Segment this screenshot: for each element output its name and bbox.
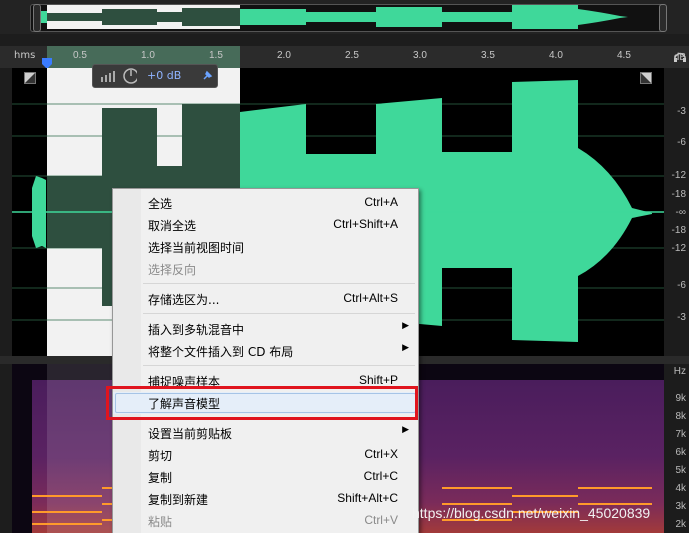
menu-item-label: 剪切 — [148, 449, 173, 463]
ruler-tick: 1.0 — [141, 50, 155, 61]
audio-editor-window: hms 0.5 1.0 1.5 2.0 2.5 3.0 3.5 4.0 4.5 — [0, 0, 689, 533]
overview-bar[interactable] — [0, 0, 689, 34]
hz-label: Hz — [673, 366, 686, 377]
menu-item-shortcut: Ctrl+V — [364, 513, 398, 527]
menu-item-shortcut: Ctrl+X — [364, 447, 398, 461]
menu-item-label: 将整个文件插入到 CD 布局 — [148, 345, 294, 359]
level-meter-icon — [101, 68, 137, 84]
db-label: -18 — [671, 189, 686, 200]
db-label: -6 — [677, 137, 686, 148]
db-label: dB — [673, 52, 686, 63]
menu-item-copy-to-new[interactable]: 复制到新建 Shift+Alt+C — [113, 488, 418, 510]
menu-item-copy[interactable]: 复制 Ctrl+C — [113, 466, 418, 488]
menu-item-label: 取消全选 — [148, 219, 197, 233]
gain-value[interactable]: +0 dB — [147, 69, 181, 82]
channel-corner-icon[interactable] — [24, 72, 36, 84]
menu-item-shortcut: Ctrl+A — [364, 195, 398, 209]
ruler-tick: 2.0 — [277, 50, 291, 61]
ruler-tick: 2.5 — [345, 50, 359, 61]
menu-item-cut[interactable]: 剪切 Ctrl+X — [113, 444, 418, 466]
hz-label: 2k — [675, 519, 686, 530]
gain-hud[interactable]: +0 dB — [92, 64, 218, 88]
ruler-unit-label: hms — [14, 50, 36, 61]
menu-item-shortcut: Shift+Alt+C — [337, 491, 398, 505]
db-label: -3 — [677, 106, 686, 117]
submenu-arrow-icon: ▶ — [402, 425, 409, 435]
hz-label: 6k — [675, 447, 686, 458]
overview-waveform — [36, 5, 628, 29]
menu-item-label: 复制 — [148, 471, 173, 485]
menu-item-label: 复制到新建 — [148, 493, 209, 507]
overview-left-handle[interactable] — [33, 4, 41, 32]
menu-item-invert-selection: 选择反向 — [113, 258, 418, 280]
menu-item-label: 粘贴 — [148, 515, 173, 529]
menu-item-label: 设置当前剪贴板 — [148, 427, 233, 441]
menu-separator — [143, 313, 415, 314]
menu-item-select-view-time[interactable]: 选择当前视图时间 — [113, 236, 418, 258]
submenu-arrow-icon: ▶ — [402, 343, 409, 353]
menu-item-label: 全选 — [148, 197, 173, 211]
menu-item-insert-cd-layout[interactable]: 将整个文件插入到 CD 布局 ▶ — [113, 340, 418, 362]
menu-item-label: 选择当前视图时间 — [148, 241, 245, 255]
menu-item-select-all[interactable]: 全选 Ctrl+A — [113, 192, 418, 214]
menu-separator — [143, 283, 415, 284]
menu-item-shortcut: Ctrl+Shift+A — [333, 217, 398, 231]
db-label: -3 — [677, 312, 686, 323]
ruler-tick: 3.5 — [481, 50, 495, 61]
menu-item-label: 选择反向 — [148, 263, 197, 277]
menu-item-shortcut: Ctrl+Alt+S — [343, 291, 398, 305]
menu-item-paste: 粘贴 Ctrl+V — [113, 510, 418, 532]
db-label: -∞ — [675, 207, 686, 218]
channel-corner-icon[interactable] — [640, 72, 652, 84]
watermark-text: https://blog.csdn.net/weixin_45020839 — [412, 505, 651, 521]
menu-item-shortcut: Shift+P — [358, 373, 398, 387]
db-label: -12 — [671, 170, 686, 181]
db-label: -6 — [677, 280, 686, 291]
menu-item-save-selection[interactable]: 存储选区为... Ctrl+Alt+S — [113, 288, 418, 310]
hz-label: 9k — [675, 393, 686, 404]
pin-icon[interactable] — [201, 70, 213, 82]
menu-separator — [143, 365, 415, 366]
ruler-tick: 1.5 — [209, 50, 223, 61]
menu-item-label: 插入到多轨混音中 — [148, 323, 245, 337]
hz-label: 8k — [675, 411, 686, 422]
menu-item-set-clipboard[interactable]: 设置当前剪贴板 ▶ — [113, 422, 418, 444]
ruler-tick: 4.5 — [617, 50, 631, 61]
menu-item-label: 存储选区为... — [148, 293, 220, 307]
menu-item-insert-multitrack[interactable]: 插入到多轨混音中 ▶ — [113, 318, 418, 340]
ruler-tick: 4.0 — [549, 50, 563, 61]
ruler-tick: 0.5 — [73, 50, 87, 61]
db-label: -12 — [671, 243, 686, 254]
db-label: -18 — [671, 225, 686, 236]
hz-label: 7k — [675, 429, 686, 440]
hz-label: 3k — [675, 501, 686, 512]
menu-item-shortcut: Ctrl+C — [363, 469, 398, 483]
overview-right-handle[interactable] — [659, 4, 667, 32]
left-track-strip — [0, 68, 12, 533]
menu-item-deselect-all[interactable]: 取消全选 Ctrl+Shift+A — [113, 214, 418, 236]
annotation-highlight-box — [106, 386, 418, 420]
hz-label: 4k — [675, 483, 686, 494]
submenu-arrow-icon: ▶ — [402, 321, 409, 331]
context-menu: 全选 Ctrl+A 取消全选 Ctrl+Shift+A 选择当前视图时间 选择反… — [112, 188, 419, 533]
hz-label: 5k — [675, 465, 686, 476]
ruler-tick: 3.0 — [413, 50, 427, 61]
frequency-scale: Hz 9k 8k 7k 6k 5k 4k 3k 2k — [664, 364, 689, 533]
amplitude-scale: dB -3 -6 -12 -18 -∞ -18 -12 -6 -3 — [664, 52, 689, 356]
